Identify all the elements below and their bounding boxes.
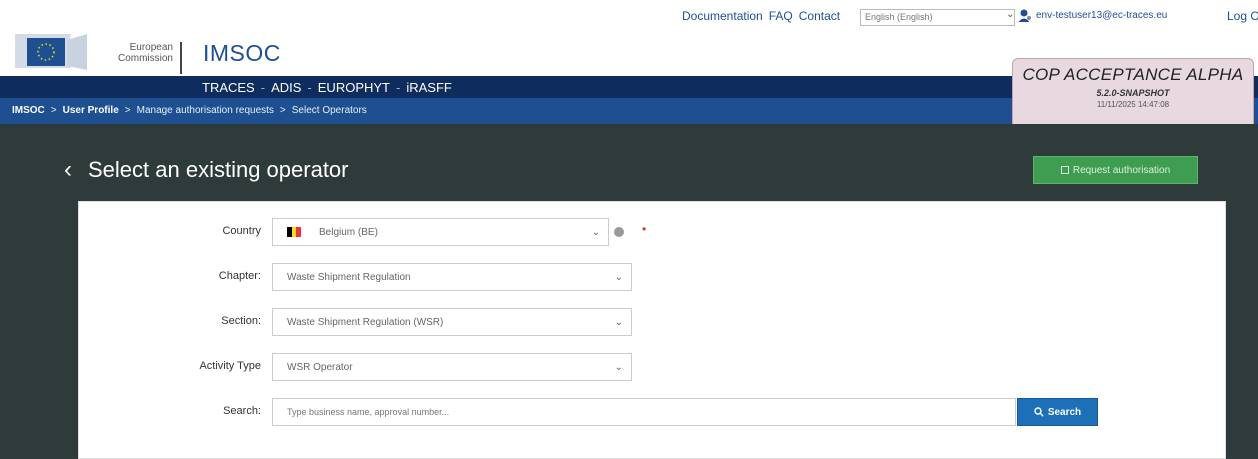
checkbox-icon	[1060, 166, 1069, 174]
utility-bar: Documentation FAQ Contact English (Engli…	[0, 0, 1258, 34]
env-date: 11/11/2025 14:47:08	[1096, 100, 1170, 109]
breadcrumb-separator: >	[50, 105, 57, 116]
nav-separator: -	[307, 80, 312, 95]
activity-type-select[interactable]: WSR Operator ⌄	[272, 353, 632, 381]
ec-line1: European	[129, 42, 173, 53]
nav-irasff[interactable]: iRASFF	[406, 80, 452, 95]
required-indicator: •	[642, 222, 647, 236]
european-commission-logo	[7, 26, 89, 76]
breadcrumb-separator: >	[124, 105, 131, 116]
logout-link[interactable]: Log Out	[1227, 9, 1258, 23]
chevron-down-icon: ⌄	[614, 272, 623, 283]
nav-separator: -	[396, 80, 401, 95]
breadcrumb: IMSOC > User Profile > Manage authorisat…	[12, 105, 367, 116]
chevron-down-icon: ⌄	[614, 317, 623, 328]
language-select[interactable]: English (English)	[860, 9, 1015, 26]
search-icon	[1034, 407, 1044, 417]
country-value: Belgium (BE)	[319, 226, 378, 238]
logo-separator	[180, 42, 182, 74]
documentation-link[interactable]: Documentation	[682, 9, 763, 23]
chevron-down-icon: ⌄	[1006, 9, 1015, 20]
nav-europhyt[interactable]: EUROPHYT	[318, 80, 390, 95]
chevron-down-icon: ⌄	[591, 227, 600, 238]
page-title: Select an existing operator	[88, 157, 349, 182]
env-version: 5.2.0-SNAPSHOT	[1096, 88, 1170, 98]
section-value: Waste Shipment Regulation (WSR)	[287, 316, 444, 328]
country-select[interactable]: Belgium (BE) ⌄	[272, 218, 609, 246]
request-authorisation-button[interactable]: Request authorisation	[1033, 156, 1198, 184]
contact-link[interactable]: Contact	[799, 9, 840, 23]
faq-link[interactable]: FAQ	[769, 9, 793, 23]
breadcrumb-root[interactable]: IMSOC	[12, 105, 45, 116]
environment-badge: COP ACCEPTANCE ALPHA 5.2.0-SNAPSHOT 11/1…	[1012, 58, 1254, 132]
search-input[interactable]	[272, 398, 1016, 426]
nav-traces[interactable]: TRACES	[202, 80, 255, 95]
breadcrumb-separator: >	[279, 105, 286, 116]
nav-separator: -	[260, 80, 266, 95]
belgium-flag-icon	[287, 227, 302, 237]
breadcrumb-select-operators: Select Operators	[291, 105, 367, 116]
brand-title[interactable]: IMSOC	[203, 40, 281, 67]
search-button-label: Search	[1047, 406, 1082, 418]
user-email-link[interactable]: env-testuser13@ec-traces.eu	[1036, 10, 1167, 21]
breadcrumb-user-profile[interactable]: User Profile	[63, 105, 119, 116]
env-title: COP ACCEPTANCE ALPHA	[1022, 65, 1244, 84]
breadcrumb-manage-requests[interactable]: Manage authorisation requests	[137, 105, 274, 116]
request-authorisation-label: Request authorisation	[1072, 164, 1171, 176]
ec-wordmark: European Commission	[103, 42, 173, 64]
main-content: ‹ Select an existing operator Request au…	[0, 124, 1258, 459]
user-icon	[1018, 9, 1031, 22]
chapter-label: Chapter:	[218, 270, 261, 282]
nav-adis[interactable]: ADIS	[271, 80, 301, 95]
utility-links: Documentation FAQ Contact	[682, 9, 840, 23]
operator-search-form: Country Belgium (BE) ⌄ • Chapter: Waste …	[78, 201, 1226, 459]
activity-type-label: Activity Type	[199, 360, 261, 372]
chapter-value: Waste Shipment Regulation	[287, 271, 411, 283]
chapter-select[interactable]: Waste Shipment Regulation ⌄	[272, 263, 632, 291]
chevron-left-icon[interactable]: ‹	[64, 156, 72, 184]
section-label: Section:	[221, 315, 261, 327]
search-label: Search:	[223, 405, 261, 417]
search-button[interactable]: Search	[1017, 398, 1098, 426]
section-select[interactable]: Waste Shipment Regulation (WSR) ⌄	[272, 308, 632, 336]
chevron-down-icon: ⌄	[614, 362, 623, 373]
ec-line2: Commission	[117, 53, 173, 64]
country-label: Country	[222, 225, 261, 237]
activity-type-value: WSR Operator	[287, 361, 353, 373]
globe-icon[interactable]	[614, 227, 624, 237]
